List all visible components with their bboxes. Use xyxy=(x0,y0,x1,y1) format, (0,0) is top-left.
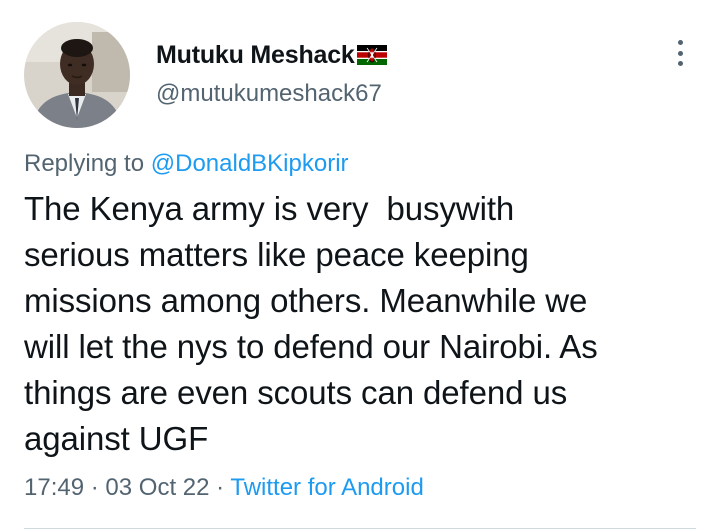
tweet-text: The Kenya army is very busywith serious … xyxy=(24,190,598,457)
more-dot xyxy=(677,50,683,56)
tweet-card: Mutuku Meshack @mutukumeshack67 Replying… xyxy=(0,0,720,532)
more-vertical-icon[interactable] xyxy=(668,36,692,70)
tweet-source-link[interactable]: Twitter for Android xyxy=(230,474,423,501)
author-name-row[interactable]: Mutuku Meshack xyxy=(156,38,387,72)
kenya-flag-icon xyxy=(356,45,387,65)
tweet-time[interactable]: 17:49 xyxy=(24,474,84,501)
author-handle[interactable]: @mutukumeshack67 xyxy=(156,80,382,108)
tweet-date[interactable]: 03 Oct 22 xyxy=(105,474,209,501)
divider xyxy=(24,528,696,529)
display-name[interactable]: Mutuku Meshack xyxy=(156,41,355,70)
reply-mention-link[interactable]: @DonaldBKipkorir xyxy=(151,150,349,177)
more-dot xyxy=(677,40,683,45)
profile-photo-icon xyxy=(24,22,130,128)
replying-to-prefix: Replying to xyxy=(24,150,145,177)
more-dot xyxy=(677,61,683,66)
tweet-meta: 17:49 · 03 Oct 22 · Twitter for Android xyxy=(24,474,424,502)
meta-separator: · xyxy=(216,474,225,501)
replying-to: Replying to @DonaldBKipkorir xyxy=(24,150,349,178)
meta-separator: · xyxy=(90,474,99,501)
avatar[interactable] xyxy=(24,22,130,128)
